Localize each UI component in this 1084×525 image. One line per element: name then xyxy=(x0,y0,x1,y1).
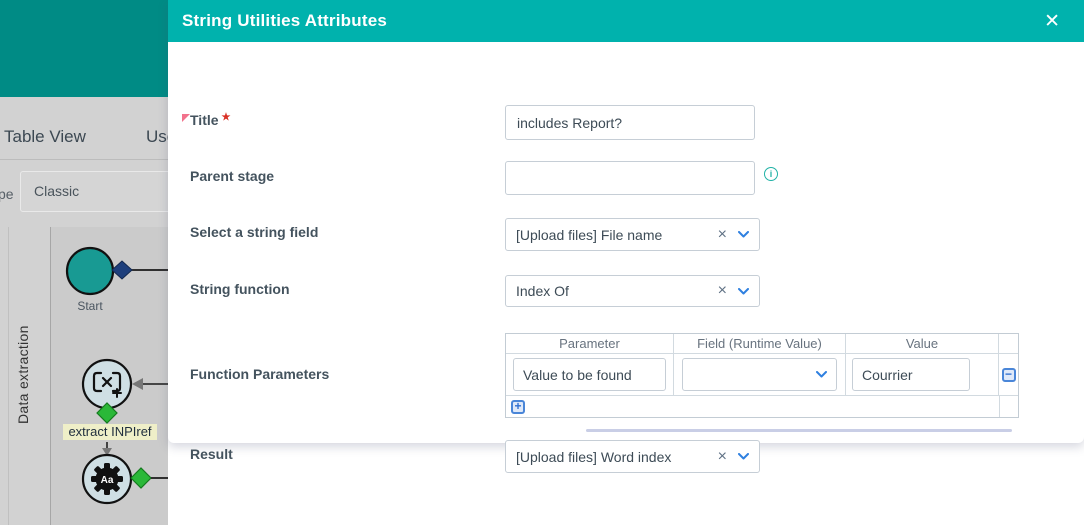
type-label-fragment: pe xyxy=(0,186,14,202)
add-row-button[interactable]: + xyxy=(511,399,525,414)
type-select[interactable]: Classic xyxy=(20,171,168,212)
info-icon[interactable]: i xyxy=(764,167,778,181)
chevron-down-icon[interactable] xyxy=(738,287,749,295)
background-app-panel: Table View Use pe Classic Start xyxy=(0,0,168,525)
parameters-table-row: − xyxy=(506,354,1018,396)
lane-divider-line xyxy=(50,227,51,525)
string-function-label: String function xyxy=(190,281,290,297)
clear-icon[interactable]: × xyxy=(718,448,727,465)
result-label: Result xyxy=(190,446,233,462)
clear-icon[interactable]: × xyxy=(718,283,727,299)
start-node-label: Start xyxy=(77,299,103,313)
chevron-down-icon[interactable] xyxy=(816,371,827,378)
chevron-down-icon[interactable] xyxy=(738,453,749,460)
function-parameters-label: Function Parameters xyxy=(190,366,330,382)
modified-flag-icon xyxy=(182,114,190,122)
title-input[interactable] xyxy=(505,105,755,140)
horizontal-scrollbar[interactable] xyxy=(586,429,1012,432)
gear-icon: Aa xyxy=(91,463,123,495)
type-select-value: Classic xyxy=(34,183,80,199)
task1-label[interactable]: extract INPIref xyxy=(68,424,151,439)
clear-icon[interactable]: × xyxy=(718,226,727,243)
add-row-area: + xyxy=(506,396,1000,417)
parameters-table-footer: + xyxy=(506,396,1018,417)
required-icon: ★ xyxy=(221,112,231,123)
field-runtime-select[interactable] xyxy=(682,358,837,391)
value-cell xyxy=(846,354,999,395)
title-field-label: Title ★ xyxy=(182,112,231,128)
tab-table-view[interactable]: Table View xyxy=(4,127,86,147)
string-function-select-value: Index Of xyxy=(516,283,569,299)
column-header-actions xyxy=(999,334,1018,353)
row-actions-cell: − xyxy=(999,354,1018,395)
lane-label-data-extraction: Data extraction xyxy=(15,325,31,425)
parameters-table-header: Parameter Field (Runtime Value) Value xyxy=(506,334,1018,354)
string-utilities-modal: String Utilities Attributes ✕ Title★ Par… xyxy=(168,0,1084,473)
chevron-down-icon[interactable] xyxy=(738,231,749,238)
column-header-value: Value xyxy=(846,334,999,353)
tabs-divider xyxy=(0,159,168,160)
parent-stage-input[interactable] xyxy=(505,161,755,195)
parent-stage-label: Parent stage xyxy=(190,168,275,184)
modal-header: String Utilities Attributes ✕ xyxy=(168,0,1084,42)
string-function-select[interactable]: Index Of × xyxy=(505,275,760,307)
app-header-bar xyxy=(0,0,168,97)
parameter-input[interactable] xyxy=(513,358,666,391)
result-select[interactable]: [Upload files] Word index × xyxy=(505,440,760,473)
gear-icon-text: Aa xyxy=(101,475,114,486)
field-runtime-cell xyxy=(674,354,846,395)
title-label-text: Title xyxy=(190,112,219,128)
value-input[interactable] xyxy=(852,358,970,391)
column-header-field-runtime-value: Field (Runtime Value) xyxy=(674,334,846,353)
start-node[interactable] xyxy=(65,246,115,296)
remove-row-button[interactable]: − xyxy=(1001,367,1016,382)
result-select-value: [Upload files] Word index xyxy=(516,448,672,465)
function-parameters-table: Parameter Field (Runtime Value) Value Va… xyxy=(505,333,1019,418)
string-field-label: Select a string field xyxy=(190,224,319,240)
task-node-extract[interactable] xyxy=(81,358,133,410)
string-field-select[interactable]: [Upload files] File name × xyxy=(505,218,760,251)
string-field-select-value: [Upload files] File name xyxy=(516,226,663,243)
modal-title: String Utilities Attributes xyxy=(182,11,388,30)
screen: Table View Use pe Classic Start xyxy=(0,0,1084,525)
parameter-cell xyxy=(506,354,674,395)
modal-body: Title★ Parent stage i Select a string fi… xyxy=(168,42,1084,473)
close-icon[interactable]: ✕ xyxy=(1044,12,1060,31)
tab-use[interactable]: Use xyxy=(146,127,168,147)
column-header-parameter: Parameter xyxy=(506,334,674,353)
